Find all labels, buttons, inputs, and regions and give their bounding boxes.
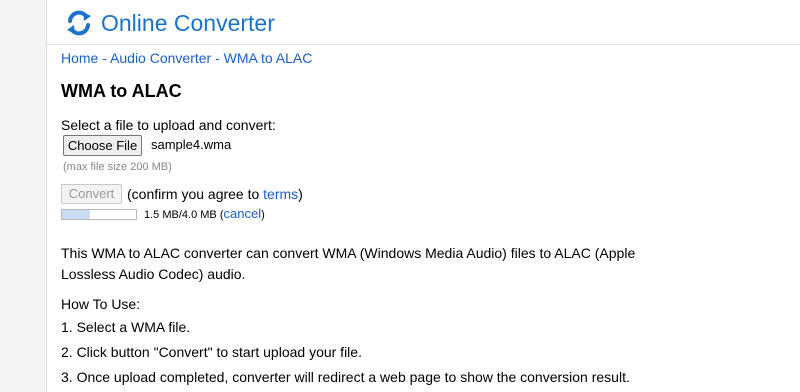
terms-link[interactable]: terms — [263, 186, 298, 202]
confirm-text-suffix: ) — [298, 186, 303, 202]
breadcrumb-separator: - — [98, 50, 111, 66]
refresh-arrows-icon[interactable] — [65, 9, 93, 37]
list-item: 3. Once upload completed, converter will… — [61, 369, 630, 385]
upload-progress-text: 1.5 MB/4.0 MB — [144, 209, 217, 221]
content-area: Online Converter Home - Audio Converter … — [46, 0, 800, 392]
converter-description: This WMA to ALAC converter can convert W… — [61, 245, 636, 282]
how-to-use-heading: How To Use: — [61, 296, 141, 312]
selected-file-name: sample4.wma — [151, 137, 232, 152]
file-select-label: Select a file to upload and convert: — [61, 117, 276, 133]
choose-file-button[interactable]: Choose File — [63, 135, 142, 156]
list-item: 2. Click button "Convert" to start uploa… — [61, 344, 362, 360]
confirm-text-prefix: (confirm you agree to — [127, 186, 264, 202]
breadcrumb-wma-to-alac[interactable]: WMA to ALAC — [224, 50, 313, 66]
upload-progress-fill — [62, 210, 90, 219]
breadcrumb: Home - Audio Converter - WMA to ALAC — [61, 49, 312, 67]
upload-progress-status: 1.5 MB/4.0 MB (cancel) — [144, 207, 265, 222]
how-to-use-steps: 1. Select a WMA file. 2. Click button "C… — [61, 318, 630, 392]
list-item: 1. Select a WMA file. — [61, 319, 191, 335]
terms-confirmation: (confirm you agree to terms) — [127, 185, 303, 203]
cancel-suffix: ) — [261, 209, 265, 221]
cancel-prefix: ( — [216, 209, 224, 221]
breadcrumb-audio-converter[interactable]: Audio Converter — [110, 50, 211, 66]
cancel-upload-link[interactable]: cancel — [224, 206, 262, 221]
breadcrumb-home[interactable]: Home — [61, 50, 98, 66]
page-title: WMA to ALAC — [61, 81, 182, 101]
site-title[interactable]: Online Converter — [101, 9, 275, 37]
convert-button[interactable]: Convert — [61, 184, 122, 204]
upload-progress-bar — [61, 209, 137, 220]
max-file-size-note: (max file size 200 MB) — [63, 161, 172, 173]
site-header: Online Converter — [47, 0, 800, 45]
page: Online Converter Home - Audio Converter … — [0, 0, 800, 392]
breadcrumb-separator: - — [211, 50, 224, 66]
